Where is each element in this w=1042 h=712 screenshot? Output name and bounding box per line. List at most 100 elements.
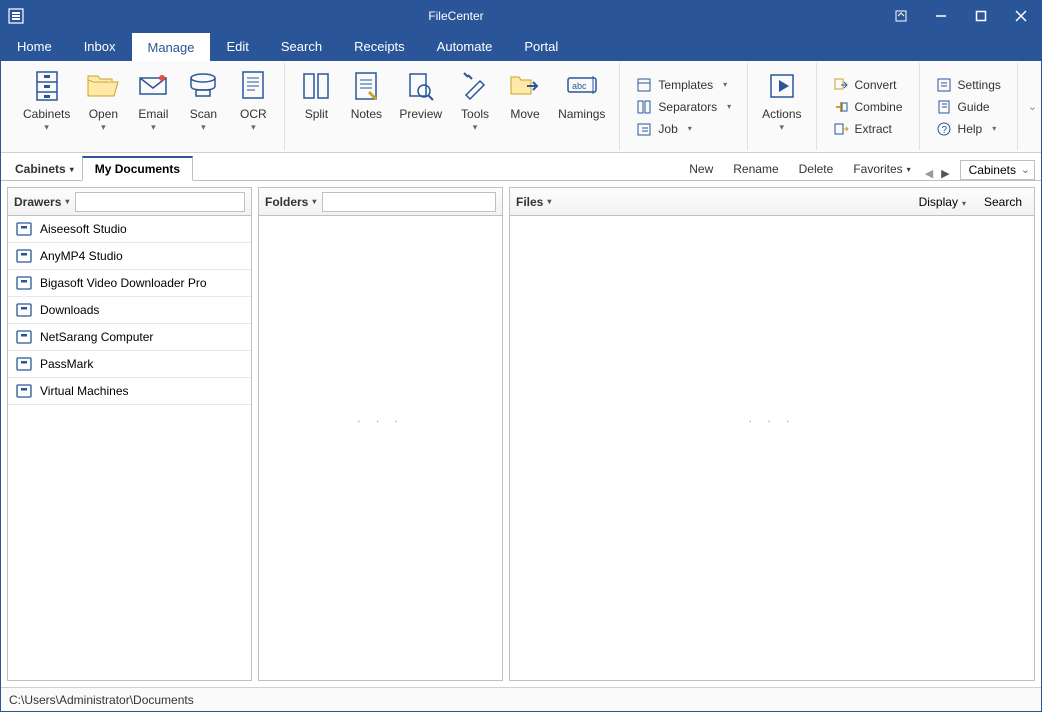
settings-button[interactable]: Settings bbox=[930, 75, 1007, 95]
menu-portal[interactable]: Portal bbox=[508, 31, 574, 61]
drawer-icon bbox=[16, 384, 32, 398]
actions-icon bbox=[767, 67, 797, 105]
help-icon: ? bbox=[936, 121, 952, 137]
ribbon-group-file: Cabinets▾ Open▾ Email▾ Scan▾ OCR▾ bbox=[9, 63, 285, 150]
tab-my-documents[interactable]: My Documents bbox=[82, 156, 193, 181]
drawer-icon bbox=[16, 303, 32, 317]
ocr-button[interactable]: OCR▾ bbox=[228, 63, 278, 150]
drawer-icon bbox=[16, 222, 32, 236]
actions-button[interactable]: Actions▾ bbox=[754, 63, 809, 150]
ocr-icon bbox=[240, 67, 266, 105]
drawer-label: Virtual Machines bbox=[40, 384, 129, 398]
drawer-label: AnyMP4 Studio bbox=[40, 249, 123, 263]
tools-icon bbox=[460, 67, 490, 105]
ribbon-collapse-icon[interactable]: ⌄ bbox=[1024, 96, 1041, 117]
menu-inbox[interactable]: Inbox bbox=[68, 31, 132, 61]
scan-button[interactable]: Scan▾ bbox=[178, 63, 228, 150]
separators-button[interactable]: Separators▾ bbox=[630, 97, 737, 117]
ribbon-group-actions: Actions▾ bbox=[748, 63, 816, 150]
popup-icon[interactable] bbox=[881, 1, 921, 31]
title-bar: FileCenter bbox=[1, 1, 1041, 31]
nav-next-icon[interactable]: ▶ bbox=[937, 167, 953, 180]
content-area: Drawers▾ Aiseesoft Studio AnyMP4 Studio Bi… bbox=[1, 181, 1041, 687]
settings-icon bbox=[936, 77, 952, 93]
minimize-button[interactable] bbox=[921, 1, 961, 31]
ribbon-group-templates: Templates▾ Separators▾ Job▾ bbox=[620, 63, 748, 150]
folders-panel: Folders▾ . . . bbox=[258, 187, 503, 681]
app-icon bbox=[1, 8, 31, 24]
convert-icon bbox=[833, 77, 849, 93]
folders-filter-input[interactable] bbox=[322, 192, 496, 212]
menu-search[interactable]: Search bbox=[265, 31, 338, 61]
rename-button[interactable]: Rename bbox=[723, 158, 788, 180]
cabinets-button[interactable]: Cabinets▾ bbox=[15, 63, 78, 150]
drawer-item[interactable]: NetSarang Computer bbox=[8, 324, 251, 351]
drawers-list: Aiseesoft Studio AnyMP4 Studio Bigasoft Vi… bbox=[8, 216, 251, 680]
window-controls bbox=[881, 1, 1041, 31]
scan-icon bbox=[188, 67, 218, 105]
templates-button[interactable]: Templates▾ bbox=[630, 75, 737, 95]
combine-button[interactable]: Combine bbox=[827, 97, 909, 117]
app-window: FileCenter HomeInboxManageEditSearchRece… bbox=[0, 0, 1042, 712]
email-button[interactable]: Email▾ bbox=[128, 63, 178, 150]
namings-icon: abc bbox=[565, 67, 599, 105]
guide-icon bbox=[936, 99, 952, 115]
drawer-label: NetSarang Computer bbox=[40, 330, 153, 344]
drawers-header[interactable]: Drawers▾ bbox=[14, 195, 69, 209]
files-header[interactable]: Files▾ bbox=[516, 195, 551, 209]
maximize-button[interactable] bbox=[961, 1, 1001, 31]
close-button[interactable] bbox=[1001, 1, 1041, 31]
menu-receipts[interactable]: Receipts bbox=[338, 31, 421, 61]
drawer-item[interactable]: AnyMP4 Studio bbox=[8, 243, 251, 270]
drawers-filter-input[interactable] bbox=[75, 192, 245, 212]
job-icon bbox=[636, 121, 652, 137]
move-icon bbox=[509, 67, 541, 105]
notes-button[interactable]: Notes bbox=[341, 63, 391, 150]
svg-text:?: ? bbox=[941, 125, 947, 136]
help-button[interactable]: ?Help▾ bbox=[930, 119, 1007, 139]
convert-button[interactable]: Convert bbox=[827, 75, 909, 95]
combine-icon bbox=[833, 99, 849, 115]
email-icon bbox=[138, 67, 168, 105]
drawer-item[interactable]: Virtual Machines bbox=[8, 378, 251, 405]
favorites-button[interactable]: Favorites▾ bbox=[843, 158, 920, 180]
menu-home[interactable]: Home bbox=[1, 31, 68, 61]
job-button[interactable]: Job▾ bbox=[630, 119, 737, 139]
drawer-item[interactable]: Aiseesoft Studio bbox=[8, 216, 251, 243]
drawer-item[interactable]: Downloads bbox=[8, 297, 251, 324]
folders-header[interactable]: Folders▾ bbox=[265, 195, 316, 209]
delete-button[interactable]: Delete bbox=[789, 158, 844, 180]
menu-edit[interactable]: Edit bbox=[210, 31, 264, 61]
nav-prev-icon[interactable]: ◀ bbox=[921, 167, 937, 180]
ribbon-group-edit: Split Notes Preview Tools▾ Move abc Nami… bbox=[285, 63, 620, 150]
search-button[interactable]: Search bbox=[978, 193, 1028, 211]
templates-icon bbox=[636, 77, 652, 93]
preview-button[interactable]: Preview bbox=[391, 63, 450, 150]
namings-button[interactable]: abc Namings bbox=[550, 63, 613, 150]
drawer-icon bbox=[16, 357, 32, 371]
ribbon: Cabinets▾ Open▾ Email▾ Scan▾ OCR▾ bbox=[1, 61, 1041, 153]
cabinets-dropdown[interactable]: Cabinets▾ bbox=[7, 158, 82, 180]
drawer-item[interactable]: Bigasoft Video Downloader Pro bbox=[8, 270, 251, 297]
window-title: FileCenter bbox=[31, 9, 881, 23]
guide-button[interactable]: Guide bbox=[930, 97, 1007, 117]
folders-list: . . . bbox=[259, 216, 502, 680]
tools-button[interactable]: Tools▾ bbox=[450, 63, 500, 150]
menu-automate[interactable]: Automate bbox=[421, 31, 509, 61]
extract-button[interactable]: Extract bbox=[827, 119, 909, 139]
files-panel: Files▾ Display▾ Search . . . bbox=[509, 187, 1035, 681]
status-bar: C:\Users\Administrator\Documents bbox=[1, 687, 1041, 711]
new-button[interactable]: New bbox=[679, 158, 723, 180]
display-button[interactable]: Display▾ bbox=[913, 193, 972, 211]
drawer-icon bbox=[16, 249, 32, 263]
open-button[interactable]: Open▾ bbox=[78, 63, 128, 150]
drawer-label: Aiseesoft Studio bbox=[40, 222, 127, 236]
move-button[interactable]: Move bbox=[500, 63, 550, 150]
notes-icon bbox=[353, 67, 379, 105]
drawer-item[interactable]: PassMark bbox=[8, 351, 251, 378]
cabinet-select[interactable]: Cabinets bbox=[960, 160, 1035, 180]
menu-manage[interactable]: Manage bbox=[132, 31, 211, 61]
split-icon bbox=[301, 67, 331, 105]
split-button[interactable]: Split bbox=[291, 63, 341, 150]
preview-icon bbox=[406, 67, 436, 105]
